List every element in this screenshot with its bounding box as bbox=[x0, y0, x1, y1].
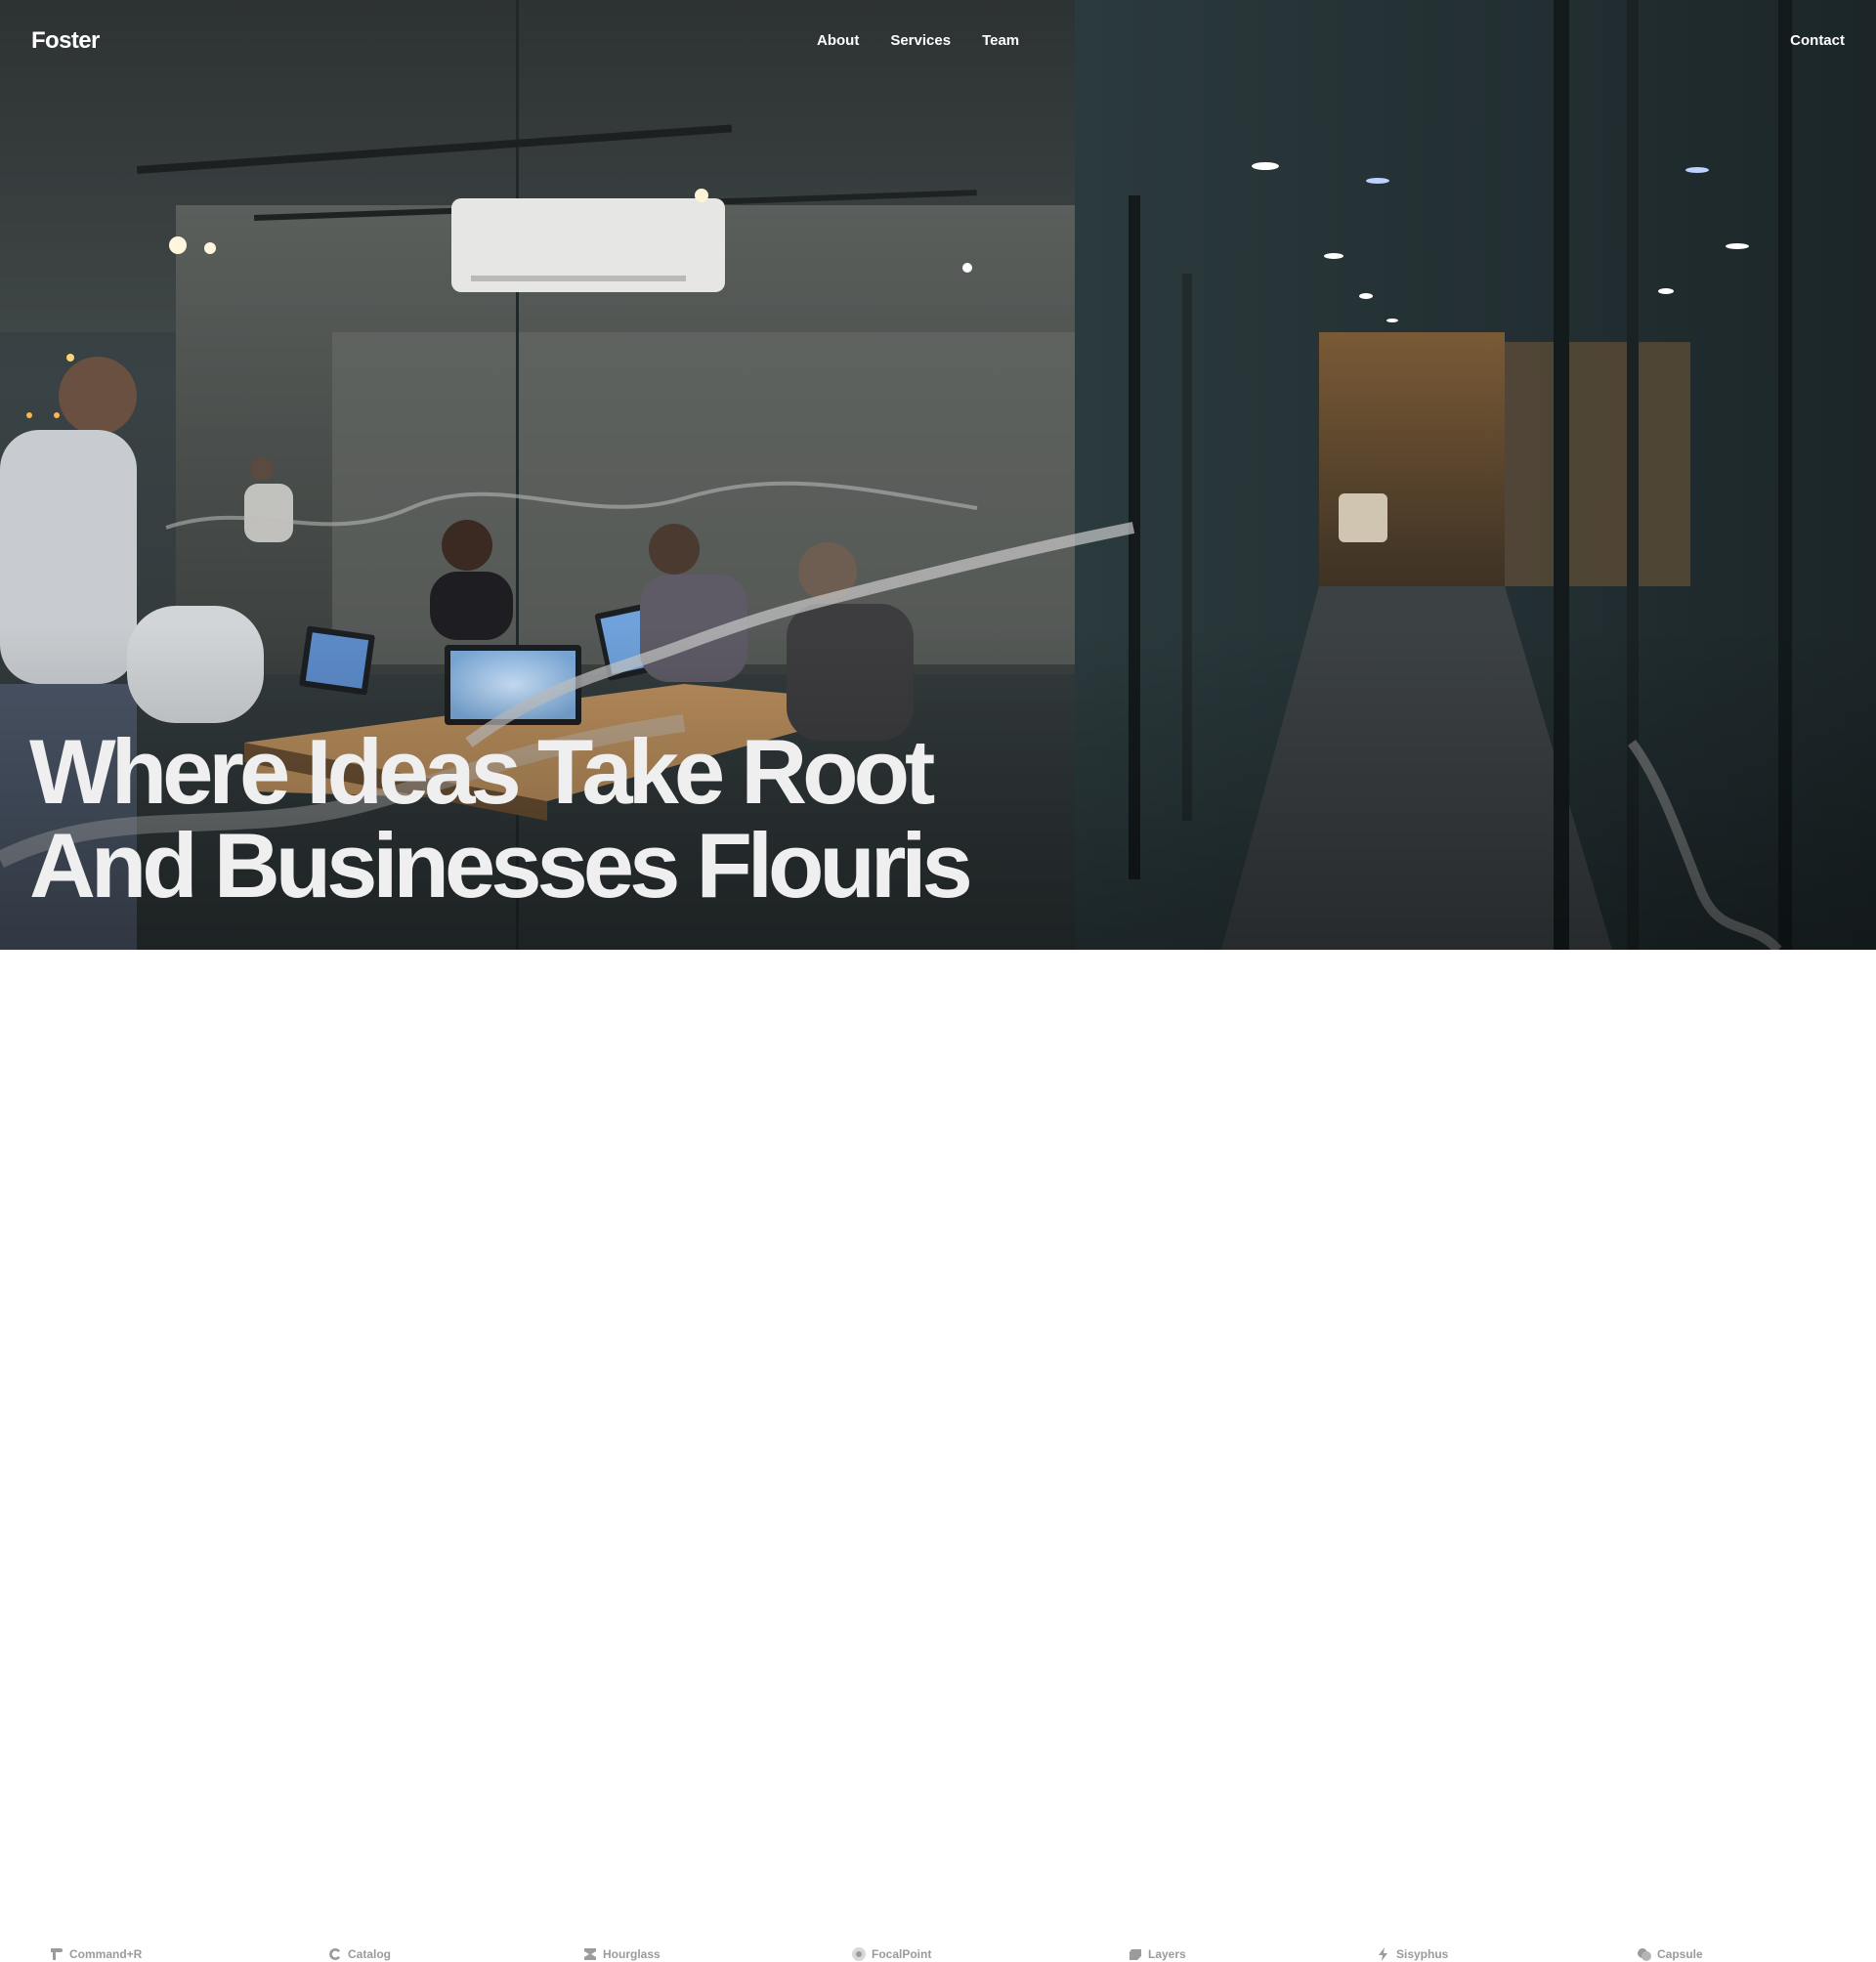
capsule-icon bbox=[1638, 1948, 1651, 1961]
brand-label: Catalog bbox=[348, 1947, 392, 1961]
hero-headline-line1: Where Ideas Take Root bbox=[29, 725, 935, 823]
brand-capsule: Capsule bbox=[1637, 1946, 1703, 1962]
nav-link-contact[interactable]: Contact bbox=[1790, 32, 1845, 49]
hero-headline: Where Ideas Take Root And Businesses Flo… bbox=[29, 725, 969, 913]
nav-link-services[interactable]: Services bbox=[890, 32, 951, 49]
nav-links: About Services Team bbox=[817, 32, 1019, 49]
brand-label: Layers bbox=[1148, 1947, 1186, 1961]
layers-icon bbox=[1130, 1949, 1141, 1960]
brand-focalpoint: FocalPoint bbox=[851, 1946, 931, 1962]
hero-headline-container: Where Ideas Take Root And Businesses Flo… bbox=[29, 725, 969, 920]
catalog-icon bbox=[329, 1948, 340, 1960]
brand-label: Command+R bbox=[69, 1947, 143, 1961]
top-navigation: Foster About Services Team Contact bbox=[0, 0, 1876, 86]
hourglass-icon bbox=[584, 1948, 596, 1960]
brand-logo[interactable]: Foster bbox=[31, 27, 100, 55]
brand-hourglass: Hourglass bbox=[582, 1946, 661, 1962]
hero-headline-line2: And Businesses Flourish bbox=[29, 814, 969, 917]
client-logo-strip: Command+R Catalog Hourglass FocalPoint L… bbox=[0, 950, 1876, 1961]
brand-label: FocalPoint bbox=[872, 1947, 932, 1961]
focalpoint-icon bbox=[852, 1947, 866, 1961]
brand-label: Sisyphus bbox=[1396, 1947, 1449, 1961]
brand-layers: Layers bbox=[1128, 1946, 1186, 1962]
brand-command-r: Command+R bbox=[49, 1946, 142, 1962]
hero-section: Foster About Services Team Contact Where… bbox=[0, 0, 1876, 950]
command-r-icon bbox=[51, 1948, 63, 1960]
nav-link-about[interactable]: About bbox=[817, 32, 859, 49]
brand-catalog: Catalog bbox=[327, 1946, 391, 1962]
brand-label: Hourglass bbox=[603, 1947, 661, 1961]
brand-label: Capsule bbox=[1657, 1947, 1703, 1961]
sisyphus-icon bbox=[1379, 1947, 1387, 1961]
brand-sisyphus: Sisyphus bbox=[1376, 1946, 1448, 1962]
nav-link-team[interactable]: Team bbox=[982, 32, 1019, 49]
